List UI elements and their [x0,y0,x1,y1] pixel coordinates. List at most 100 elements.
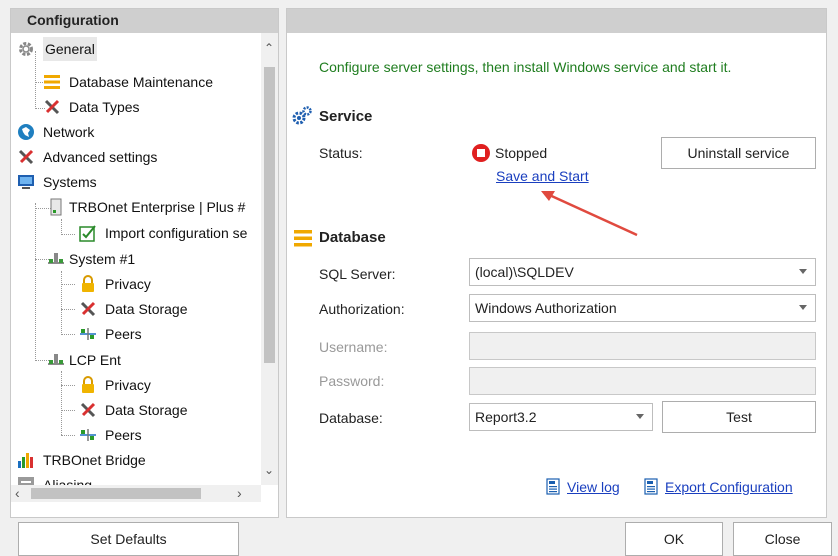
settings-panel: Configure server settings, then install … [286,8,827,518]
service-gears-icon [292,106,312,125]
tree-item-network[interactable]: Network [17,120,257,144]
tree-item-peers[interactable]: Peers [71,423,261,447]
gear-icon [19,42,33,56]
database-label: Database: [319,410,383,426]
system-network-icon [48,354,64,365]
status-value: Stopped [495,145,548,161]
password-label: Password: [319,373,385,389]
authorization-select[interactable]: Windows Authorization [469,294,816,322]
tree-connector [35,203,36,361]
tree-horizontal-scroll-thumb[interactable] [31,488,201,499]
database-stack-icon [294,230,312,247]
chevron-down-icon [799,269,807,274]
username-label: Username: [319,339,388,355]
tree-item-trbonet-enterprise[interactable]: TRBOnet Enterprise | Plus # [43,195,261,219]
database-stack-icon [44,75,60,89]
database-section-title: Database [319,229,386,246]
tree-item-label: Data Storage [105,301,188,317]
authorization-value: Windows Authorization [475,300,617,316]
chevron-down-icon [799,305,807,310]
tree-item-label: Aliasing [43,477,93,485]
tree-item-system-1[interactable]: System #1 [43,247,261,271]
tree-item-data-storage[interactable]: Data Storage [71,398,261,422]
scroll-down-icon[interactable]: ⌄ [264,463,274,477]
database-select[interactable]: Report3.2 [469,403,653,431]
tree-item-aliasing[interactable]: Aliasing [17,473,257,485]
network-globe-icon [18,124,34,140]
scroll-left-icon[interactable]: ‹ [15,485,20,501]
tree-item-label: Data Types [69,99,140,115]
tree-item-privacy[interactable]: Privacy [71,373,261,397]
peers-icon [80,429,96,441]
tree-item-systems[interactable]: Systems [17,170,257,194]
scroll-up-icon[interactable]: ⌃ [264,41,274,55]
configuration-tree: General Database Maintenance Data Types [11,33,261,485]
lock-icon [82,376,94,393]
tools-icon [18,149,34,165]
tree-item-peers[interactable]: Peers [71,322,261,346]
sql-server-select[interactable]: (local)\SQLDEV [469,258,816,286]
settings-header [287,9,826,33]
tree-item-data-storage[interactable]: Data Storage [71,297,261,321]
sql-server-label: SQL Server: [319,266,396,282]
tree-item-label: Network [43,124,95,140]
tree-item-general[interactable]: General [17,37,257,61]
tree-item-label: LCP Ent [69,352,121,368]
stopped-status-icon [472,144,490,162]
tree-item-trbonet-bridge[interactable]: TRBOnet Bridge [17,448,257,472]
tree-item-label: Privacy [105,276,151,292]
tree-item-advanced-settings[interactable]: Advanced settings [17,145,257,169]
tree-item-privacy[interactable]: Privacy [71,272,261,296]
tree-vertical-scrollbar[interactable]: ⌃ ⌄ [261,33,278,485]
tree-item-import-configuration[interactable]: Import configuration se [71,221,261,245]
scroll-right-icon[interactable]: › [237,485,242,501]
tree-item-label: Advanced settings [43,149,158,165]
system-network-icon [48,253,64,264]
tree-connector [61,219,62,235]
tree-connector [61,271,62,335]
database-value: Report3.2 [475,409,537,425]
export-configuration-icon [644,478,658,495]
import-checkbox-icon [79,225,96,242]
annotation-arrow-icon [541,191,638,237]
service-section-title: Service [319,108,373,125]
lock-icon [82,275,94,292]
tree-item-label: Import configuration se [105,225,248,241]
tree-item-label: TRBOnet Enterprise | Plus # [69,199,246,215]
tree-item-label: Data Storage [105,402,188,418]
chevron-down-icon [636,414,644,419]
tree-item-label: Privacy [105,377,151,393]
test-button[interactable]: Test [662,401,816,433]
tree-item-label: Database Maintenance [69,74,213,90]
set-defaults-button[interactable]: Set Defaults [18,522,239,556]
peers-icon [80,328,96,340]
tools-icon [44,99,60,115]
tree-item-data-types[interactable]: Data Types [43,95,257,119]
configuration-panel: Configuration General Database Maintenan… [10,8,279,518]
tree-item-lcp-ent[interactable]: LCP Ent [43,348,261,372]
tree-item-label: Peers [105,326,142,342]
monitor-icon [18,175,34,189]
status-label: Status: [319,145,363,161]
uninstall-service-button[interactable]: Uninstall service [661,137,816,169]
ok-button[interactable]: OK [625,522,723,556]
tree-vertical-scroll-thumb[interactable] [264,67,275,363]
username-field[interactable] [469,332,816,360]
tree-item-database-maintenance[interactable]: Database Maintenance [43,70,257,94]
tree-item-label: Systems [43,174,97,190]
server-icon [50,198,62,216]
configuration-header: Configuration [11,9,278,33]
aliasing-icon [18,477,34,485]
tree-horizontal-scrollbar[interactable]: ‹ › [11,485,261,502]
view-log-icon [546,478,560,495]
save-and-start-link[interactable]: Save and Start [496,168,589,184]
password-field[interactable] [469,367,816,395]
close-button[interactable]: Close [733,522,832,556]
view-log-link[interactable]: View log [567,479,620,495]
authorization-label: Authorization: [319,301,405,317]
tree-connector [61,371,62,435]
instructions-text: Configure server settings, then install … [319,59,732,75]
export-configuration-link[interactable]: Export Configuration [665,479,793,495]
tree-item-label: General [43,37,97,61]
tree-item-label: System #1 [69,251,136,267]
